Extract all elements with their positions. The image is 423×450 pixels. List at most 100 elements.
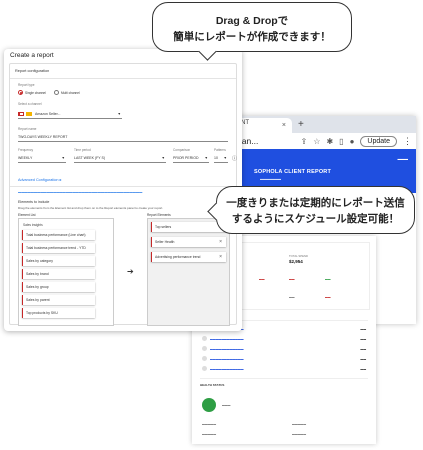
element-item[interactable]: Sales by category	[22, 256, 95, 266]
report-elements-label: Report Elements	[147, 213, 171, 217]
frequency-select[interactable]: WEEKLY ▼	[18, 153, 66, 163]
callout-mid-line-2: するようにスケジュール設定可能！	[231, 213, 400, 225]
share-icon[interactable]: ⇪	[301, 137, 308, 146]
pattern-label: Patterns	[214, 148, 226, 152]
comparison-label: Comparison	[173, 148, 191, 152]
table-row: ▬▬▬▬▬▬▬▬▬▬▬▬▬▬	[202, 364, 366, 373]
time-period-value: LAST WEEK (FY S)	[74, 155, 105, 160]
single-channel-radio[interactable]	[18, 90, 23, 95]
chevron-down-icon: ▼	[204, 156, 208, 160]
element-list-panel: Sales insights Total business performanc…	[18, 218, 114, 326]
product-thumb	[202, 366, 207, 371]
chevron-down-icon: ▼	[223, 156, 227, 160]
kpi-row-2-b: ▬▬	[289, 295, 295, 299]
kpi-total-value: $2,954	[289, 259, 303, 264]
health-status-icon	[202, 398, 216, 412]
channel-value: Amazon Seller...	[35, 111, 61, 116]
chevron-down-icon: ▼	[61, 156, 65, 160]
time-period-label: Time period	[74, 148, 91, 152]
health-status-title: HEALTH STATUS	[200, 383, 225, 387]
element-item[interactable]: Sales by group	[22, 282, 95, 292]
star-icon[interactable]: ☆	[313, 137, 320, 146]
divider	[10, 78, 236, 79]
multi-channel-radio[interactable]	[54, 90, 59, 95]
dialog-title: Create a report	[10, 52, 54, 59]
report-element-item[interactable]: Advertising performance trend ×	[151, 252, 226, 262]
kpi-total-label: TOTAL SPEND	[289, 254, 309, 258]
report-subtitle-placeholder: ▬▬▬▬▬▬	[260, 177, 281, 181]
report-name-label: Report name	[18, 127, 37, 131]
create-report-dialog: Create a report Report configuration Rep…	[4, 49, 242, 331]
health-metric-2: ▬▬▬▬▬	[292, 422, 306, 426]
report-logo: ▬▬▬	[397, 157, 409, 161]
report-element-label: Top sellers	[155, 225, 172, 229]
report-title: SOPHOLA CLIENT REPORT	[254, 169, 332, 175]
arrow-right-icon: ➔	[127, 267, 134, 276]
callout-drag-drop: Drag & Dropで 簡単にレポートが作成できます！	[152, 2, 352, 52]
report-element-label: Seller Health	[155, 240, 175, 244]
pattern-select[interactable]: 10 ▼	[214, 153, 228, 163]
report-element-item[interactable]: Top sellers ×	[151, 222, 226, 232]
single-channel-label: Single channel	[25, 90, 46, 95]
new-tab-icon[interactable]: +	[298, 119, 304, 130]
update-button[interactable]: Update	[360, 135, 397, 147]
element-list-label: Element List	[18, 213, 36, 217]
callout-schedule: 一度きりまたは定期的にレポート送信 するようにスケジュール設定可能！	[216, 186, 415, 234]
kpi-change-4: ▬▬	[325, 277, 331, 281]
product-thumb	[202, 346, 207, 351]
multi-channel-label: Multi channel	[61, 90, 80, 95]
profile-icon[interactable]: ●	[350, 137, 355, 146]
report-element-label: Advertising performance trend	[155, 255, 201, 259]
health-metric-1: ▬▬▬▬▬	[202, 422, 216, 426]
flag-icon	[18, 111, 24, 116]
element-item[interactable]: Sales by brand	[22, 269, 95, 279]
close-icon[interactable]: ×	[219, 239, 222, 245]
callout-top-line-2: 簡単にレポートが作成できます！	[173, 31, 331, 43]
element-item[interactable]: Total business performance trend - YTD	[22, 243, 95, 253]
close-icon[interactable]: ×	[282, 122, 286, 129]
report-configuration-card: Report configuration Report type Single …	[9, 63, 237, 326]
elements-hint: Drag the elements from the Element list …	[18, 206, 164, 210]
comparison-value: PRIOR PERIOD	[173, 155, 199, 160]
config-heading: Report configuration	[15, 69, 50, 73]
product-thumb	[202, 336, 207, 341]
channel-select[interactable]: Amazon Seller... ▼	[18, 109, 122, 119]
report-element-item[interactable]: Seller Health ×	[151, 237, 226, 247]
amazon-icon	[26, 111, 32, 116]
close-icon[interactable]: ×	[219, 254, 222, 260]
element-group-label: Sales insights	[23, 223, 43, 227]
element-item[interactable]: Top products by SKU	[22, 308, 95, 318]
chevron-down-icon: ▼	[117, 112, 121, 116]
health-metric-4: ▬▬▬▬▬	[292, 432, 306, 436]
chevron-down-icon: ▼	[161, 156, 165, 160]
health-label: ▬▬▬	[222, 403, 231, 407]
more-menu-icon[interactable]: ⋮	[403, 136, 412, 147]
time-period-select[interactable]: LAST WEEK (FY S) ▼	[74, 153, 166, 163]
table-row: ▬▬▬▬▬▬▬▬▬▬▬▬▬▬	[202, 344, 366, 353]
pattern-value: 10	[214, 155, 218, 160]
sidebar-icon[interactable]: ▯	[339, 137, 343, 146]
channel-label: Select a channel	[18, 102, 42, 106]
product-thumb	[202, 356, 207, 361]
element-item[interactable]: Total business performance (Line chart)	[22, 230, 95, 240]
schedule-info-line: ▬▬▬▬▬▬▬▬▬▬▬▬▬▬▬▬▬▬▬▬▬▬▬▬▬▬▬▬▬▬▬▬▬▬▬▬▬▬▬	[18, 190, 143, 194]
element-item[interactable]: Sales by parent	[22, 295, 95, 305]
elements-include-label: Elements to include	[18, 200, 50, 204]
kpi-row-2-c: ▬▬	[325, 295, 331, 299]
comparison-select[interactable]: PRIOR PERIOD ▼	[173, 153, 209, 163]
frequency-value: WEEKLY	[18, 155, 33, 160]
table-row: ▬▬▬▬▬▬▬▬▬▬▬▬▬▬	[202, 334, 366, 343]
health-metric-3: ▬▬▬▬▬	[202, 432, 216, 436]
composite-screenshot: Drag & Dropで 簡単にレポートが作成できます！ OPHLA CLIEN…	[0, 0, 423, 450]
info-icon[interactable]: ⓘ	[232, 155, 237, 162]
callout-top-line-1: Drag & Dropで	[215, 15, 289, 27]
callout-mid-line-1: 一度きりまたは定期的にレポート送信	[226, 197, 405, 209]
extensions-icon[interactable]: ✱	[326, 137, 333, 146]
divider	[10, 186, 236, 187]
frequency-label: Frequency	[18, 148, 34, 152]
report-name-input[interactable]: TWO-DAYS WEEKLY REPORT	[18, 132, 228, 142]
report-elements-panel: Top sellers × Seller Health × Advertisin…	[147, 218, 230, 326]
advanced-configuration-link[interactable]: Advanced Configuration ▸	[18, 177, 62, 182]
report-name-value: TWO-DAYS WEEKLY REPORT	[18, 134, 68, 139]
kpi-change-2: ▬▬	[259, 277, 265, 281]
